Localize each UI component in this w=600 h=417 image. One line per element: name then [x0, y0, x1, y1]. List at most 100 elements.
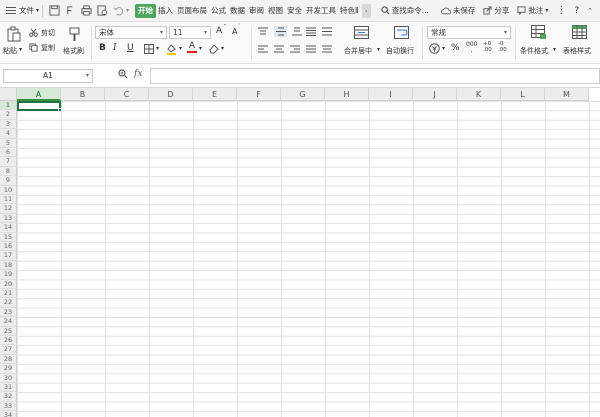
- print-icon[interactable]: [79, 4, 93, 18]
- row-header-3[interactable]: 3: [0, 119, 17, 130]
- share-button[interactable]: 分享: [483, 5, 509, 16]
- row-header-26[interactable]: 26: [0, 336, 17, 346]
- justify-button[interactable]: [306, 27, 316, 36]
- name-box[interactable]: A1 ▾: [3, 69, 93, 83]
- chevron-down-icon[interactable]: ▾: [377, 46, 380, 53]
- row-header-12[interactable]: 12: [0, 204, 17, 214]
- tab-data[interactable]: 数据: [228, 4, 247, 18]
- align-top-button[interactable]: [258, 27, 268, 36]
- print-preview-icon[interactable]: [95, 4, 109, 18]
- row-header-18[interactable]: 18: [0, 260, 17, 271]
- decrease-font-size-button[interactable]: A: [232, 27, 237, 36]
- chevron-down-icon[interactable]: ▾: [442, 45, 445, 52]
- tab-home[interactable]: 开始: [135, 3, 157, 18]
- row-header-4[interactable]: 4: [0, 129, 17, 139]
- row-header-16[interactable]: 16: [0, 242, 17, 252]
- wrap-text-button[interactable]: [394, 26, 409, 39]
- increase-decimal-button[interactable]: +0 .00: [483, 41, 492, 53]
- row-header-25[interactable]: 25: [0, 326, 17, 336]
- tab-page-layout[interactable]: 页面布局: [175, 4, 209, 18]
- more-tabs-icon[interactable]: ›: [361, 3, 371, 18]
- fill-color-button[interactable]: [166, 43, 177, 55]
- active-cell-a1[interactable]: [17, 101, 62, 112]
- font-color-button[interactable]: A: [187, 42, 197, 53]
- distribute-button[interactable]: [322, 27, 332, 36]
- chevron-down-icon[interactable]: ▾: [199, 45, 202, 52]
- row-header-29[interactable]: 29: [0, 364, 17, 374]
- number-format-select[interactable]: 常规 ▾: [427, 26, 511, 39]
- thousands-separator-button[interactable]: 000,: [466, 42, 477, 54]
- column-header-m[interactable]: M: [545, 88, 589, 101]
- column-header-i[interactable]: I: [369, 88, 413, 101]
- table-style-button[interactable]: [572, 25, 588, 40]
- borders-button[interactable]: [144, 44, 154, 54]
- font-size-select[interactable]: 11 ▾: [169, 26, 211, 39]
- tab-developer[interactable]: 开发工具: [304, 4, 338, 18]
- paste-button[interactable]: [6, 25, 22, 43]
- format-painter-button[interactable]: [66, 25, 82, 43]
- command-search[interactable]: 查找命令...: [381, 5, 429, 16]
- file-menu[interactable]: 文件 ▾: [3, 2, 39, 20]
- copy-button[interactable]: [29, 42, 38, 52]
- row-header-27[interactable]: 27: [0, 345, 17, 355]
- row-header-13[interactable]: 13: [0, 213, 17, 224]
- column-header-b[interactable]: B: [61, 88, 105, 101]
- export-pdf-icon[interactable]: [63, 4, 77, 18]
- decrease-decimal-button[interactable]: -0 .00: [498, 41, 507, 53]
- row-header-11[interactable]: 11: [0, 195, 17, 205]
- align-center-button[interactable]: [274, 45, 284, 54]
- column-header-c[interactable]: C: [105, 88, 149, 101]
- tab-formulas[interactable]: 公式: [209, 4, 228, 18]
- tab-review[interactable]: 审阅: [247, 4, 266, 18]
- column-header-f[interactable]: F: [237, 88, 281, 101]
- comment-button[interactable]: 批注 ▾: [517, 5, 548, 16]
- row-header-28[interactable]: 28: [0, 354, 17, 365]
- row-header-21[interactable]: 21: [0, 289, 17, 299]
- column-header-a[interactable]: A: [17, 88, 61, 101]
- column-header-h[interactable]: H: [325, 88, 369, 101]
- row-header-20[interactable]: 20: [0, 279, 17, 289]
- tab-special[interactable]: 特色Ⅱ: [338, 4, 361, 18]
- row-header-10[interactable]: 10: [0, 185, 17, 195]
- chevron-down-icon[interactable]: ▾: [179, 45, 182, 52]
- align-right-button[interactable]: [290, 45, 300, 54]
- row-header-17[interactable]: 17: [0, 251, 17, 261]
- row-header-1[interactable]: 1: [0, 101, 17, 111]
- row-header-34[interactable]: 34: [0, 411, 17, 417]
- row-header-15[interactable]: 15: [0, 232, 17, 242]
- unsaved-button[interactable]: 未保存: [440, 5, 475, 16]
- row-header-23[interactable]: 23: [0, 307, 17, 318]
- formula-input[interactable]: [150, 68, 600, 84]
- column-header-l[interactable]: L: [501, 88, 545, 101]
- row-header-6[interactable]: 6: [0, 148, 17, 158]
- conditional-format-button[interactable]: [531, 25, 547, 40]
- italic-button[interactable]: I: [113, 43, 117, 53]
- fill-handle[interactable]: [58, 108, 62, 112]
- column-header-g[interactable]: G: [281, 88, 325, 101]
- spreadsheet-grid[interactable]: A B C D E F G H I J K L M 1 2 3 4 5 6 7 8 9 10 11 12 13 14 15 16 17 18…: [0, 88, 600, 417]
- row-header-24[interactable]: 24: [0, 317, 17, 327]
- distributed-align-button[interactable]: [322, 45, 332, 54]
- percent-button[interactable]: %: [451, 43, 460, 53]
- tab-view[interactable]: 视图: [266, 4, 285, 18]
- column-header-k[interactable]: K: [457, 88, 501, 101]
- collapse-ribbon-icon[interactable]: ⌃: [587, 7, 593, 15]
- insert-function-button[interactable]: fx: [134, 69, 142, 79]
- row-header-31[interactable]: 31: [0, 383, 17, 393]
- column-header-d[interactable]: D: [149, 88, 193, 101]
- font-name-select[interactable]: 宋体 ▾: [95, 26, 167, 39]
- align-middle-button[interactable]: [274, 26, 287, 37]
- align-left-button[interactable]: [258, 45, 268, 54]
- row-header-8[interactable]: 8: [0, 166, 17, 177]
- currency-button[interactable]: [429, 43, 440, 54]
- undo-dropdown-icon[interactable]: ▾: [126, 7, 129, 14]
- row-header-30[interactable]: 30: [0, 373, 17, 383]
- bold-button[interactable]: B: [99, 43, 106, 53]
- row-header-22[interactable]: 22: [0, 298, 17, 308]
- row-header-9[interactable]: 9: [0, 176, 17, 186]
- chevron-down-icon[interactable]: ▾: [221, 45, 224, 52]
- column-header-e[interactable]: E: [193, 88, 237, 101]
- row-header-7[interactable]: 7: [0, 157, 17, 167]
- row-header-33[interactable]: 33: [0, 401, 17, 412]
- zoom-search-icon[interactable]: [118, 69, 128, 79]
